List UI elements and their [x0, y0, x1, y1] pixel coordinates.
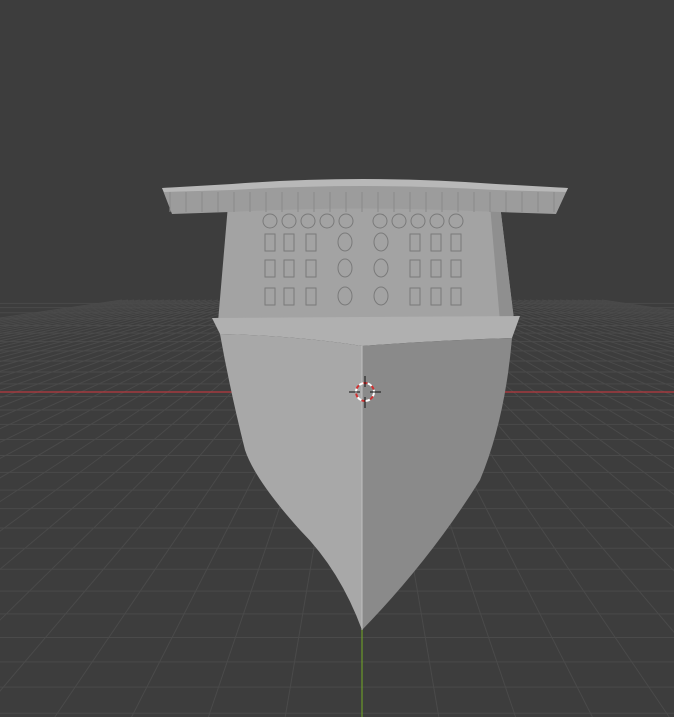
3d-viewport[interactable] — [0, 0, 674, 717]
superstructure — [218, 205, 514, 322]
viewport-scene[interactable] — [0, 0, 674, 717]
hull-left-face — [220, 334, 362, 630]
hull-right-face — [362, 338, 512, 630]
